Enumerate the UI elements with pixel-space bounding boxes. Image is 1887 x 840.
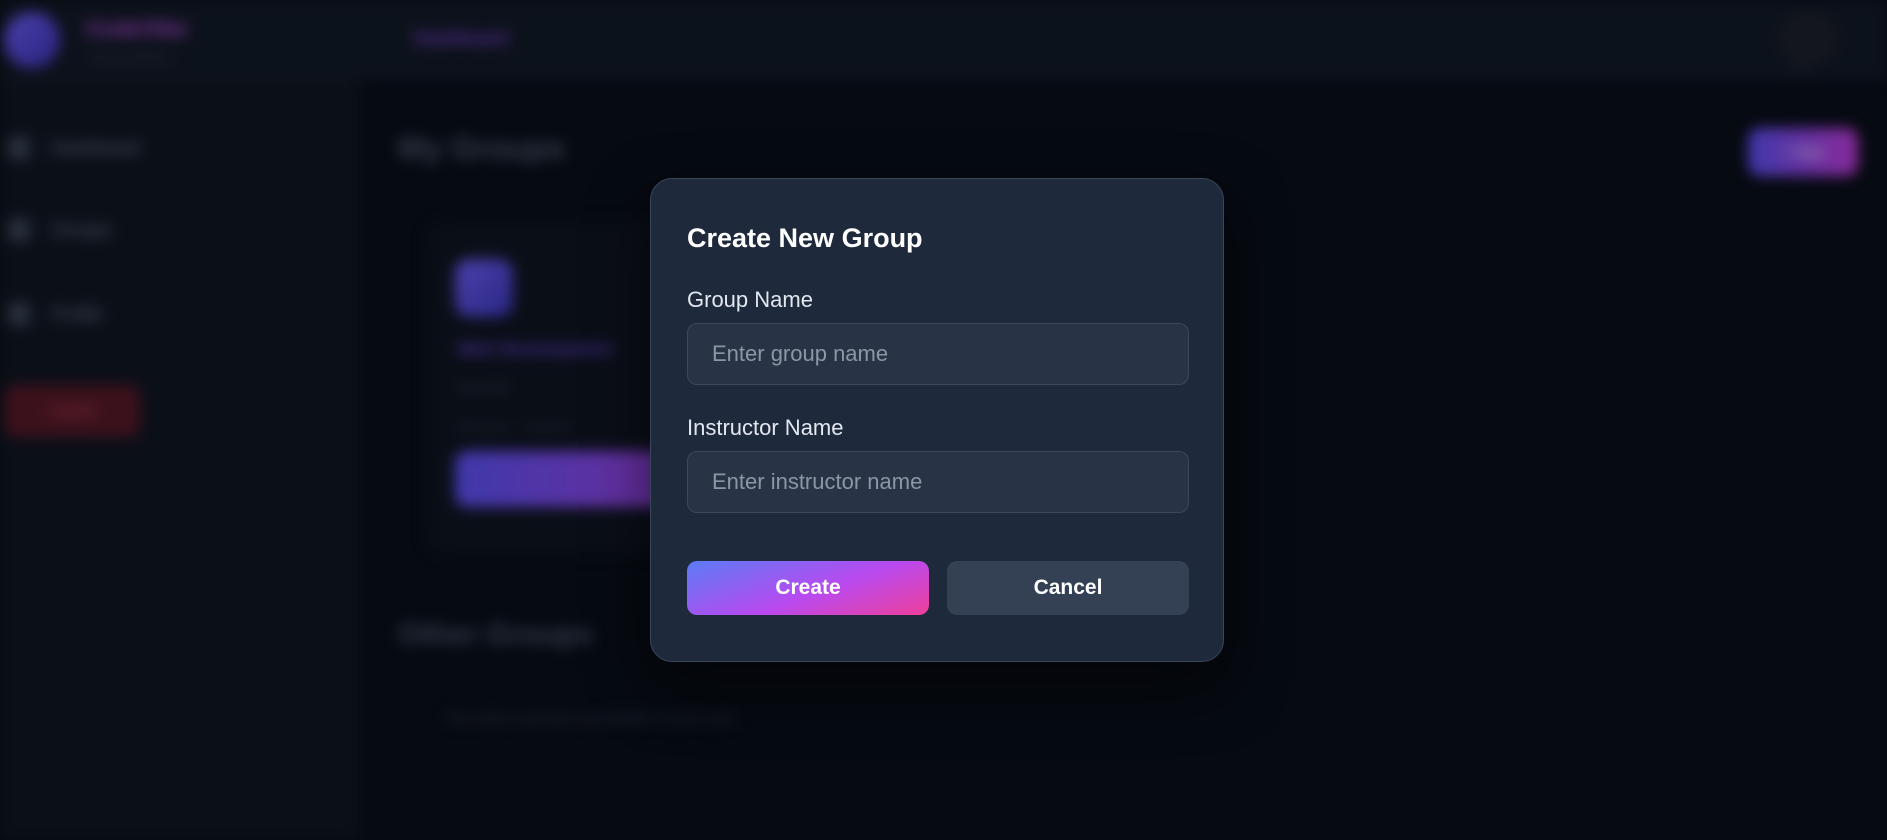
instructor-name-input[interactable] <box>687 451 1189 513</box>
dialog-title: Create New Group <box>687 223 923 253</box>
group-name-label: Group Name <box>687 287 813 312</box>
group-name-input[interactable] <box>687 323 1189 385</box>
create-group-dialog: Create New Group Group Name Instructor N… <box>650 178 1224 662</box>
create-button[interactable]: Create <box>687 561 929 615</box>
cancel-button[interactable]: Cancel <box>947 561 1189 615</box>
instructor-name-label: Instructor Name <box>687 415 844 440</box>
